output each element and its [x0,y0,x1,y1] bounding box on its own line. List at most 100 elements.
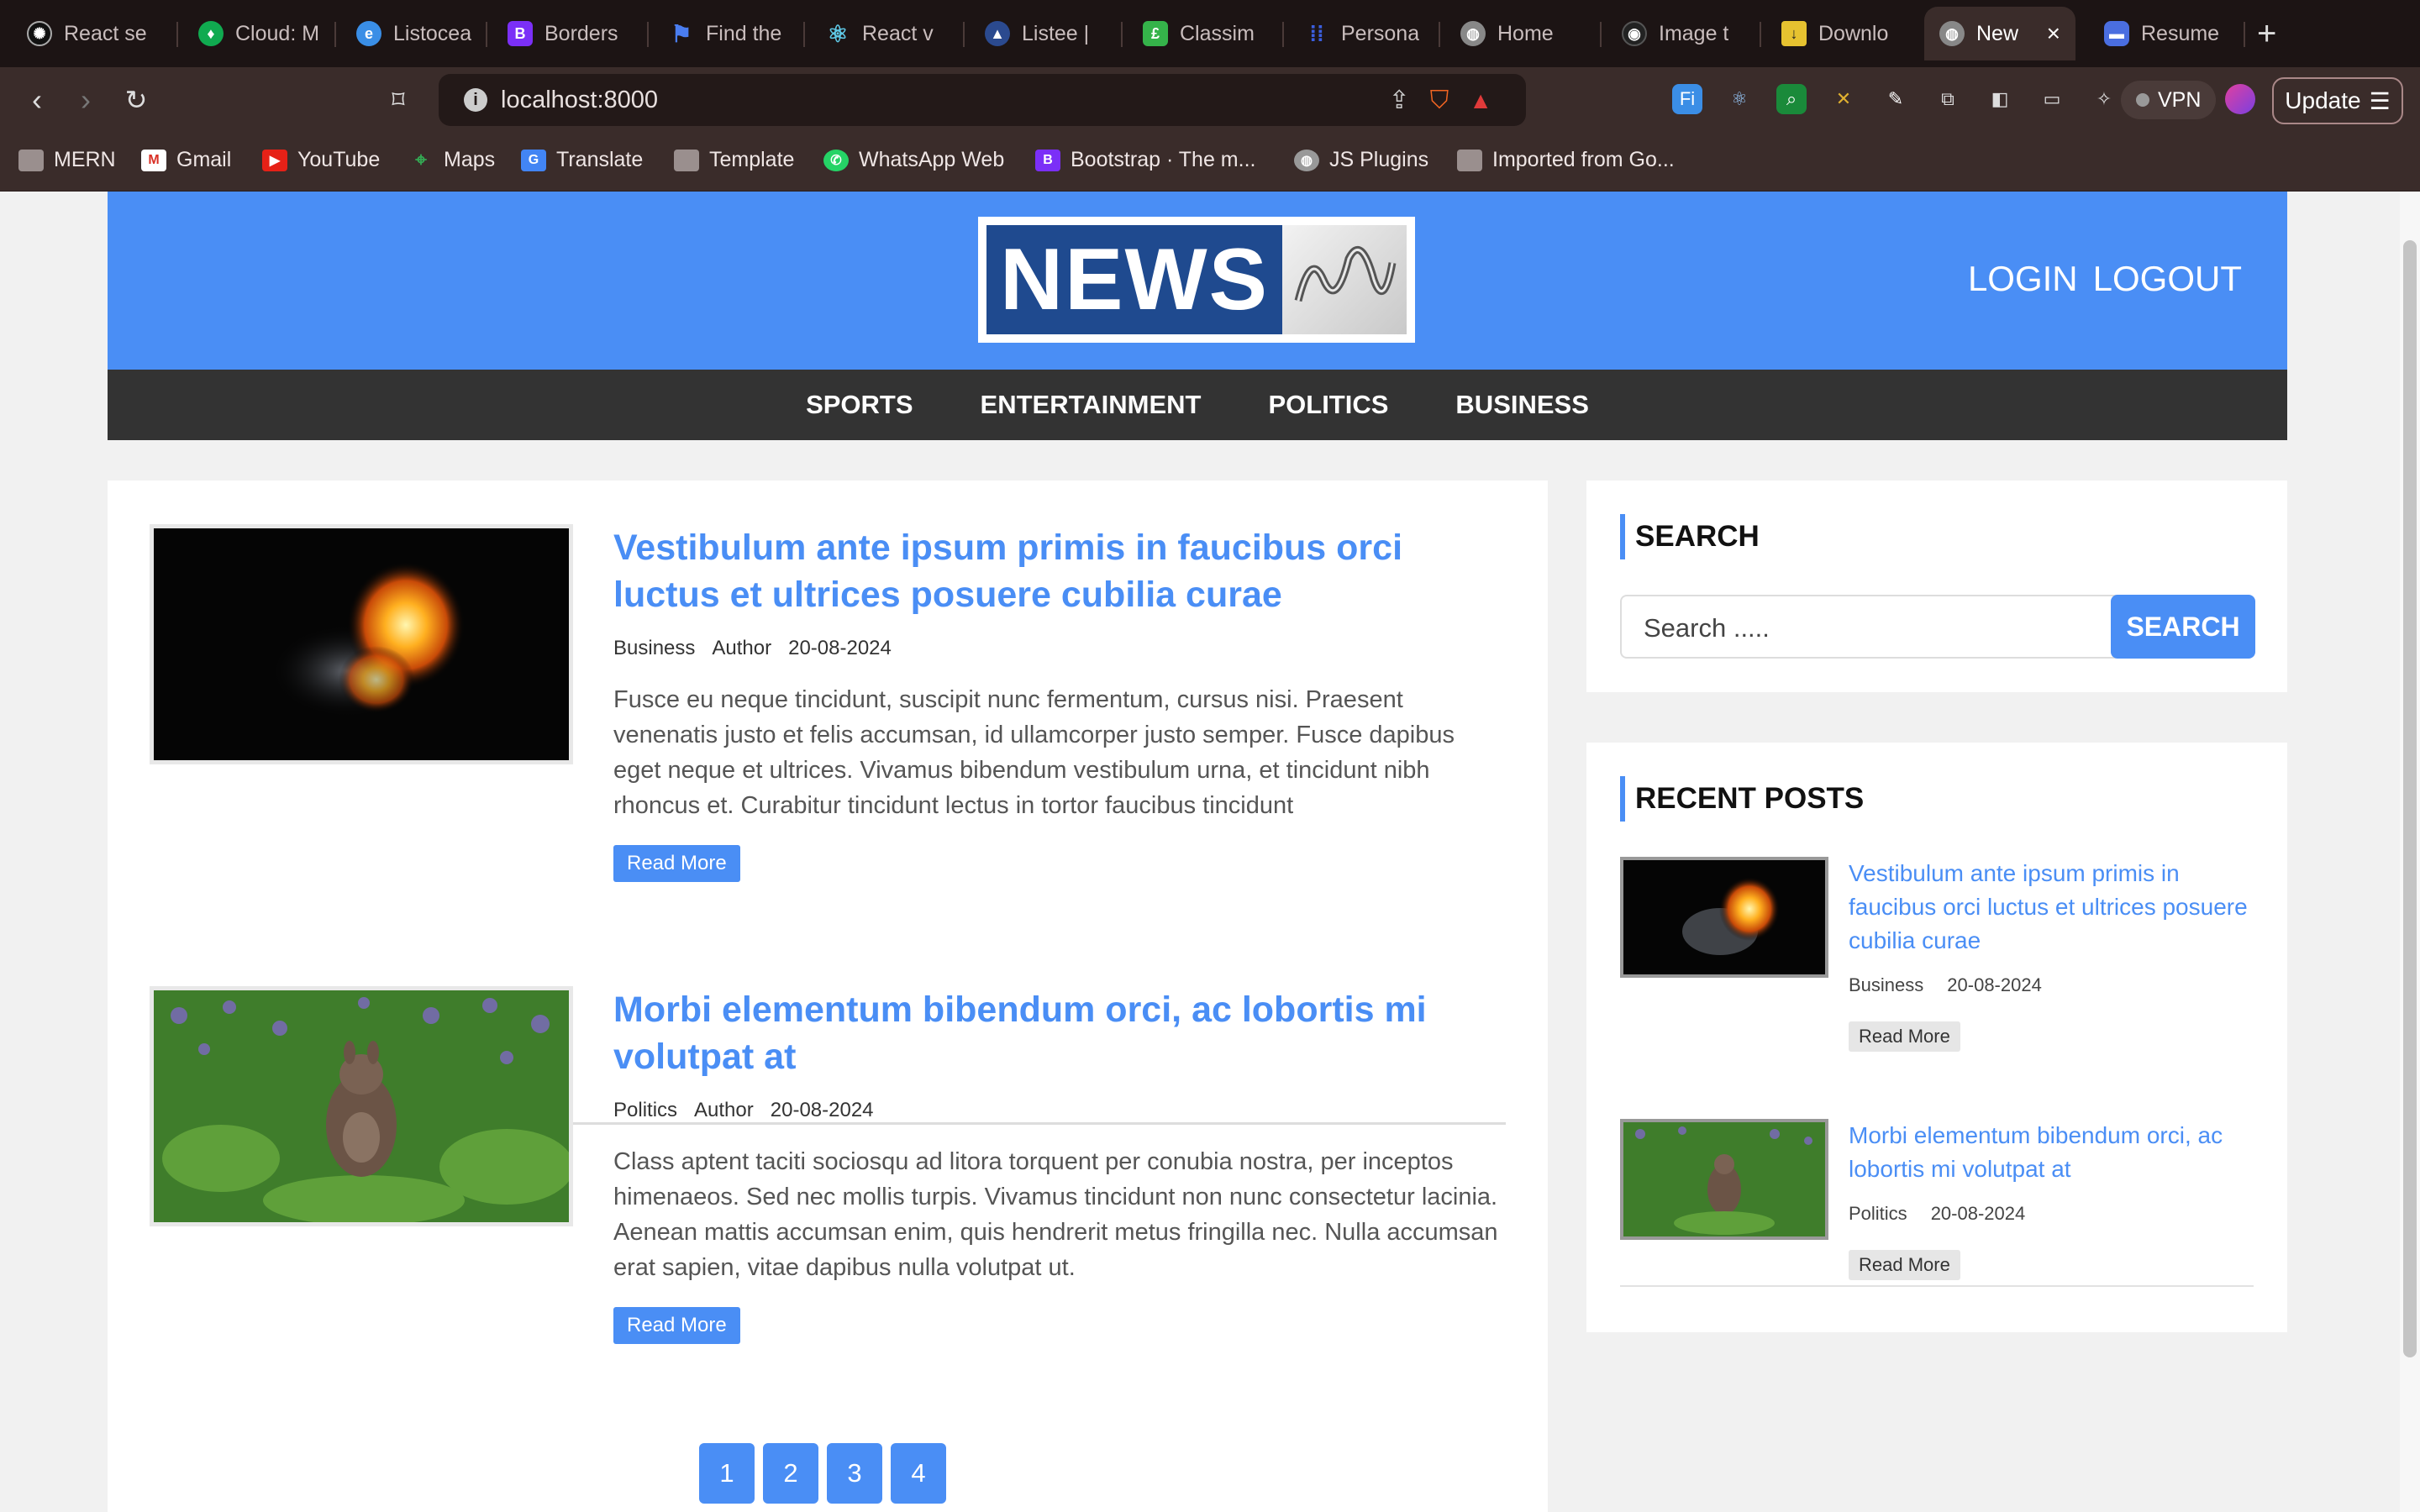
profile-avatar[interactable] [2225,84,2255,114]
info-icon[interactable]: i [464,88,487,112]
bookmark-label: Bootstrap · The m... [1071,148,1256,171]
post-meta: Business Author 20-08-2024 [613,637,1506,660]
tab-label: Classim [1180,21,1255,45]
tab-listocea[interactable]: e Listocea [341,7,487,60]
flag-icon: ⚑ [671,20,692,47]
globe-icon: ◍ [1460,21,1486,46]
brave-shield-icon[interactable]: ⛉ [1430,87,1449,115]
tab-react-se[interactable]: ✺ React se [12,7,162,60]
bookmark-whatsapp[interactable]: ✆ WhatsApp Web [823,148,1004,172]
grid-icon: ⁞⁞ [1309,20,1324,46]
bookmark-youtube[interactable]: ▶ YouTube [262,148,380,172]
forward-arrow-icon[interactable]: › [67,81,104,118]
tab-label: Resume [2141,21,2220,45]
tab-cloud[interactable]: ♦ Cloud: M [183,7,334,60]
tab-new-active[interactable]: ◍ New × [1924,7,2075,60]
recent-read-more-button[interactable]: Read More [1849,1250,1960,1280]
scrollbar-thumb[interactable] [2403,240,2417,1357]
tools-extension-icon[interactable]: ✕ [1828,84,1859,114]
bookmark-template[interactable]: Template [674,148,794,172]
tab-find-the[interactable]: ⚑ Find the [654,7,797,60]
post-title[interactable]: Vestibulum ante ipsum primis in faucibus… [613,524,1506,618]
page-button-2[interactable]: 2 [763,1443,818,1504]
react-icon: ⚛ [827,20,849,47]
tab-home[interactable]: ◍ Home [1445,7,1569,60]
vpn-status-dot [2136,93,2149,107]
nav-sports[interactable]: SPORTS [806,390,913,420]
recent-read-more-button[interactable]: Read More [1849,1021,1960,1052]
bookmark-imported[interactable]: Imported from Go... [1457,148,1675,172]
tab-downlo[interactable]: ↓ Downlo [1766,7,1903,60]
react-devtools-icon[interactable]: ⚛ [1724,84,1754,114]
post-author: Author [712,637,772,659]
search-button[interactable]: SEARCH [2111,595,2255,659]
nav-politics[interactable]: POLITICS [1268,390,1388,420]
tag-extension-icon[interactable]: ⌕ [1776,84,1807,114]
page-scrollbar[interactable] [2400,192,2420,1512]
recent-post-image-fire[interactable] [1620,857,1828,978]
tab-resume[interactable]: ▬ Resume [2089,7,2234,60]
image-icon: ◉ [1622,21,1647,46]
bookmark-mern[interactable]: MERN [18,148,116,172]
recent-post-category: Politics [1849,1203,1907,1224]
read-more-button[interactable]: Read More [613,1307,740,1344]
tab-label: Listocea [393,21,472,45]
pagination: 1 2 3 4 [699,1443,946,1504]
bookmark-icon[interactable]: ⌑ [380,81,417,118]
login-link[interactable]: LOGIN [1968,259,2078,299]
recent-post-title[interactable]: Morbi elementum bibendum orci, ac lobort… [1849,1119,2254,1186]
news-logo[interactable]: NEWS [978,217,1415,343]
nav-business[interactable]: BUSINESS [1455,390,1588,420]
bookmark-label: JS Plugins [1329,148,1429,171]
post-category[interactable]: Business [613,637,695,660]
update-button[interactable]: Update ☰ [2272,77,2403,124]
tab-separator [1282,22,1284,47]
logout-link[interactable]: LOGOUT [2093,259,2242,299]
folder-icon [674,149,699,171]
fi-extension-icon[interactable]: Fi [1672,84,1702,114]
bookmark-bootstrap[interactable]: B Bootstrap · The m... [1035,148,1255,172]
puzzle-icon[interactable]: ⧉ [1933,84,1963,114]
bookmark-translate[interactable]: G Translate [521,148,643,172]
bookmark-maps[interactable]: ⌖ Maps [408,148,495,172]
vpn-button[interactable]: VPN [2121,81,2217,119]
bookmark-gmail[interactable]: M Gmail [141,148,231,172]
page-button-3[interactable]: 3 [827,1443,882,1504]
new-tab-plus-icon[interactable]: + [2257,13,2276,54]
wallet-icon[interactable]: ▭ [2037,84,2067,114]
bookmark-label: MERN [54,148,116,171]
brave-rewards-icon[interactable]: ▲ [1469,87,1492,114]
tab-persona[interactable]: ⁞⁞ Persona [1289,7,1434,60]
search-input[interactable]: Search ..... [1620,595,2116,659]
url-text[interactable]: localhost:8000 [501,87,658,114]
page-button-4[interactable]: 4 [891,1443,946,1504]
bookmark-js-plugins[interactable]: ◍ JS Plugins [1294,148,1428,172]
post-date: 20-08-2024 [770,1099,874,1121]
post-category[interactable]: Politics [613,1099,677,1122]
mongodb-icon: ♦ [198,21,224,46]
pen-extension-icon[interactable]: ✎ [1881,84,1911,114]
page-viewport: NEWS LOGIN LOGOUT SPORTS ENTERTAINMENT P… [0,192,2420,1512]
tab-image-t[interactable]: ◉ Image t [1607,7,1744,60]
recent-post-image-wallaby[interactable] [1620,1119,1828,1240]
page-button-1[interactable]: 1 [699,1443,755,1504]
post-title[interactable]: Morbi elementum bibendum orci, ac lobort… [613,986,1506,1080]
read-more-button[interactable]: Read More [613,845,740,882]
post-body: Morbi elementum bibendum orci, ac lobort… [613,986,1506,1344]
recent-post-title[interactable]: Vestibulum ante ipsum primis in faucibus… [1849,857,2254,958]
nav-entertainment[interactable]: ENTERTAINMENT [981,390,1202,420]
share-icon[interactable]: ⇪ [1389,86,1410,115]
category-nav: SPORTS ENTERTAINMENT POLITICS BUSINESS [108,370,2287,440]
close-icon[interactable]: × [2047,20,2060,47]
tab-borders[interactable]: B Borders [492,7,634,60]
tab-classim[interactable]: £ Classim [1128,7,1270,60]
reload-icon[interactable]: ↻ [118,81,155,118]
sidebar-icon[interactable]: ◧ [1985,84,2015,114]
tab-react-v[interactable]: ⚛ React v [810,7,949,60]
url-bar[interactable]: i localhost:8000 ⇪ ⛉ ▲ [439,74,1526,126]
tab-listee[interactable]: ▲ Listee | [970,7,1104,60]
post-image-fire[interactable] [150,524,573,764]
leo-ai-icon[interactable]: ✧ [2089,84,2119,114]
post-image-wallaby[interactable] [150,986,573,1226]
back-arrow-icon[interactable]: ‹ [18,81,55,118]
